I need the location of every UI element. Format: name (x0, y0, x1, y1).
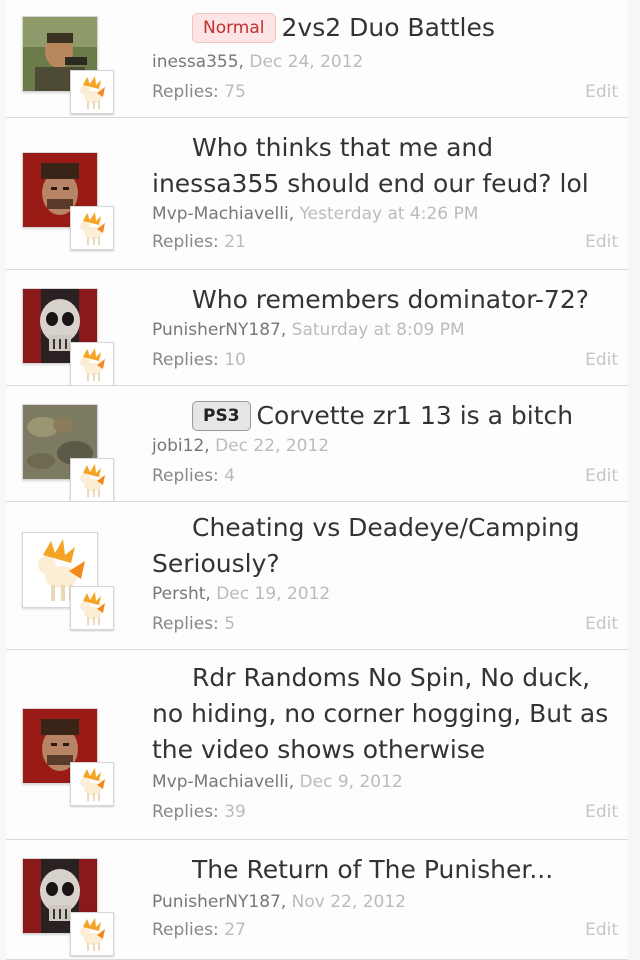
thread-title[interactable]: PS3 Corvette zr1 13 is a bitch (152, 398, 610, 434)
ponyta-icon (70, 342, 114, 386)
author-link[interactable]: PunisherNY187 (152, 320, 281, 340)
thread-meta: PunisherNY187, Nov 22, 2012 (152, 892, 406, 912)
thread-row[interactable]: Normal 2vs2 Duo Battles inessa355, Dec 24… (6, 0, 628, 118)
replies: Replies: 21 (152, 232, 246, 252)
replies-label: Replies: (152, 920, 219, 940)
author-link[interactable]: Mvp-Machiavelli (152, 772, 289, 792)
thread-row[interactable]: The Return of The Punisher... PunisherNY… (6, 840, 628, 960)
thread-meta: jobi12, Dec 22, 2012 (152, 436, 330, 456)
user-avatar[interactable] (22, 16, 114, 114)
thread-meta: Mvp-Machiavelli, Dec 9, 2012 (152, 772, 403, 792)
thread-meta: Persht, Dec 19, 2012 (152, 584, 331, 604)
thread-list: Normal 2vs2 Duo Battles inessa355, Dec 24… (0, 0, 640, 960)
user-avatar[interactable] (22, 532, 114, 630)
replies: Replies: 27 (152, 920, 246, 940)
user-avatar[interactable] (22, 288, 114, 386)
user-avatar[interactable] (22, 404, 114, 502)
edit-link[interactable]: Edit (585, 920, 618, 940)
edit-link[interactable]: Edit (585, 82, 618, 102)
replies-count: 21 (224, 232, 246, 252)
prefix-badge[interactable]: Normal (192, 13, 276, 43)
thread-meta: Mvp-Machiavelli, Yesterday at 4:26 PM (152, 204, 479, 224)
thread-title-text[interactable]: 2vs2 Duo Battles (282, 13, 495, 42)
thread-title[interactable]: Rdr Randoms No Spin, No duck, no hiding,… (152, 660, 610, 768)
thread-date: Dec 9, 2012 (299, 772, 403, 792)
replies-label: Replies: (152, 466, 219, 486)
user-avatar[interactable] (22, 708, 114, 806)
thread-row[interactable]: Rdr Randoms No Spin, No duck, no hiding,… (6, 650, 628, 840)
replies: Replies: 10 (152, 350, 246, 370)
replies-label: Replies: (152, 614, 219, 634)
replies-count: 39 (224, 802, 246, 822)
replies: Replies: 75 (152, 82, 246, 102)
replies-label: Replies: (152, 232, 219, 252)
thread-date: Dec 24, 2012 (249, 52, 364, 72)
replies-count: 10 (224, 350, 246, 370)
replies-count: 5 (224, 614, 236, 634)
replies-label: Replies: (152, 350, 219, 370)
thread-title-text[interactable]: Cheating vs Deadeye/Camping Seriously? (152, 513, 580, 578)
thread-title-text[interactable]: The Return of The Punisher... (192, 855, 553, 884)
thread-meta: inessa355, Dec 24, 2012 (152, 52, 364, 72)
author-link[interactable]: Mvp-Machiavelli (152, 204, 289, 224)
edit-link[interactable]: Edit (585, 802, 618, 822)
edit-link[interactable]: Edit (585, 350, 618, 370)
replies-label: Replies: (152, 802, 219, 822)
thread-title[interactable]: Who thinks that me and inessa355 should … (152, 130, 610, 202)
ponyta-icon (70, 912, 114, 956)
thread-title-text[interactable]: Rdr Randoms No Spin, No duck, no hiding,… (152, 663, 608, 764)
replies: Replies: 4 (152, 466, 235, 486)
ponyta-icon (70, 586, 114, 630)
replies-count: 75 (224, 82, 246, 102)
author-link[interactable]: Persht (152, 584, 205, 604)
thread-meta: PunisherNY187, Saturday at 8:09 PM (152, 320, 465, 340)
user-avatar[interactable] (22, 152, 114, 250)
prefix-badge[interactable]: PS3 (192, 401, 251, 431)
thread-title[interactable]: The Return of The Punisher... (152, 852, 610, 888)
replies-count: 4 (224, 466, 236, 486)
thread-date: Yesterday at 4:26 PM (299, 204, 479, 224)
edit-link[interactable]: Edit (585, 466, 618, 486)
thread-row[interactable]: PS3 Corvette zr1 13 is a bitch jobi12, De… (6, 386, 628, 502)
thread-row[interactable]: Who thinks that me and inessa355 should … (6, 118, 628, 270)
thread-date: Nov 22, 2012 (291, 892, 406, 912)
replies: Replies: 39 (152, 802, 246, 822)
author-link[interactable]: PunisherNY187 (152, 892, 281, 912)
thread-title-text[interactable]: Who thinks that me and inessa355 should … (152, 133, 589, 198)
thread-row[interactable]: Cheating vs Deadeye/Camping Seriously? P… (6, 502, 628, 650)
thread-title-text[interactable]: Who remembers dominator-72? (192, 285, 589, 314)
user-avatar[interactable] (22, 858, 114, 956)
ponyta-icon (70, 458, 114, 502)
replies-label: Replies: (152, 82, 219, 102)
thread-date: Saturday at 8:09 PM (291, 320, 465, 340)
thread-row[interactable]: Who remembers dominator-72? PunisherNY18… (6, 270, 628, 386)
ponyta-icon (70, 70, 114, 114)
replies: Replies: 5 (152, 614, 235, 634)
thread-date: Dec 22, 2012 (215, 436, 330, 456)
thread-title[interactable]: Normal 2vs2 Duo Battles (152, 10, 610, 46)
thread-title[interactable]: Who remembers dominator-72? (152, 282, 610, 318)
replies-count: 27 (224, 920, 246, 940)
ponyta-icon (70, 206, 114, 250)
author-link[interactable]: inessa355 (152, 52, 239, 72)
author-link[interactable]: jobi12 (152, 436, 204, 456)
thread-title-text[interactable]: Corvette zr1 13 is a bitch (257, 401, 574, 430)
edit-link[interactable]: Edit (585, 614, 618, 634)
thread-date: Dec 19, 2012 (216, 584, 331, 604)
thread-title[interactable]: Cheating vs Deadeye/Camping Seriously? (152, 510, 610, 582)
edit-link[interactable]: Edit (585, 232, 618, 252)
ponyta-icon (70, 762, 114, 806)
